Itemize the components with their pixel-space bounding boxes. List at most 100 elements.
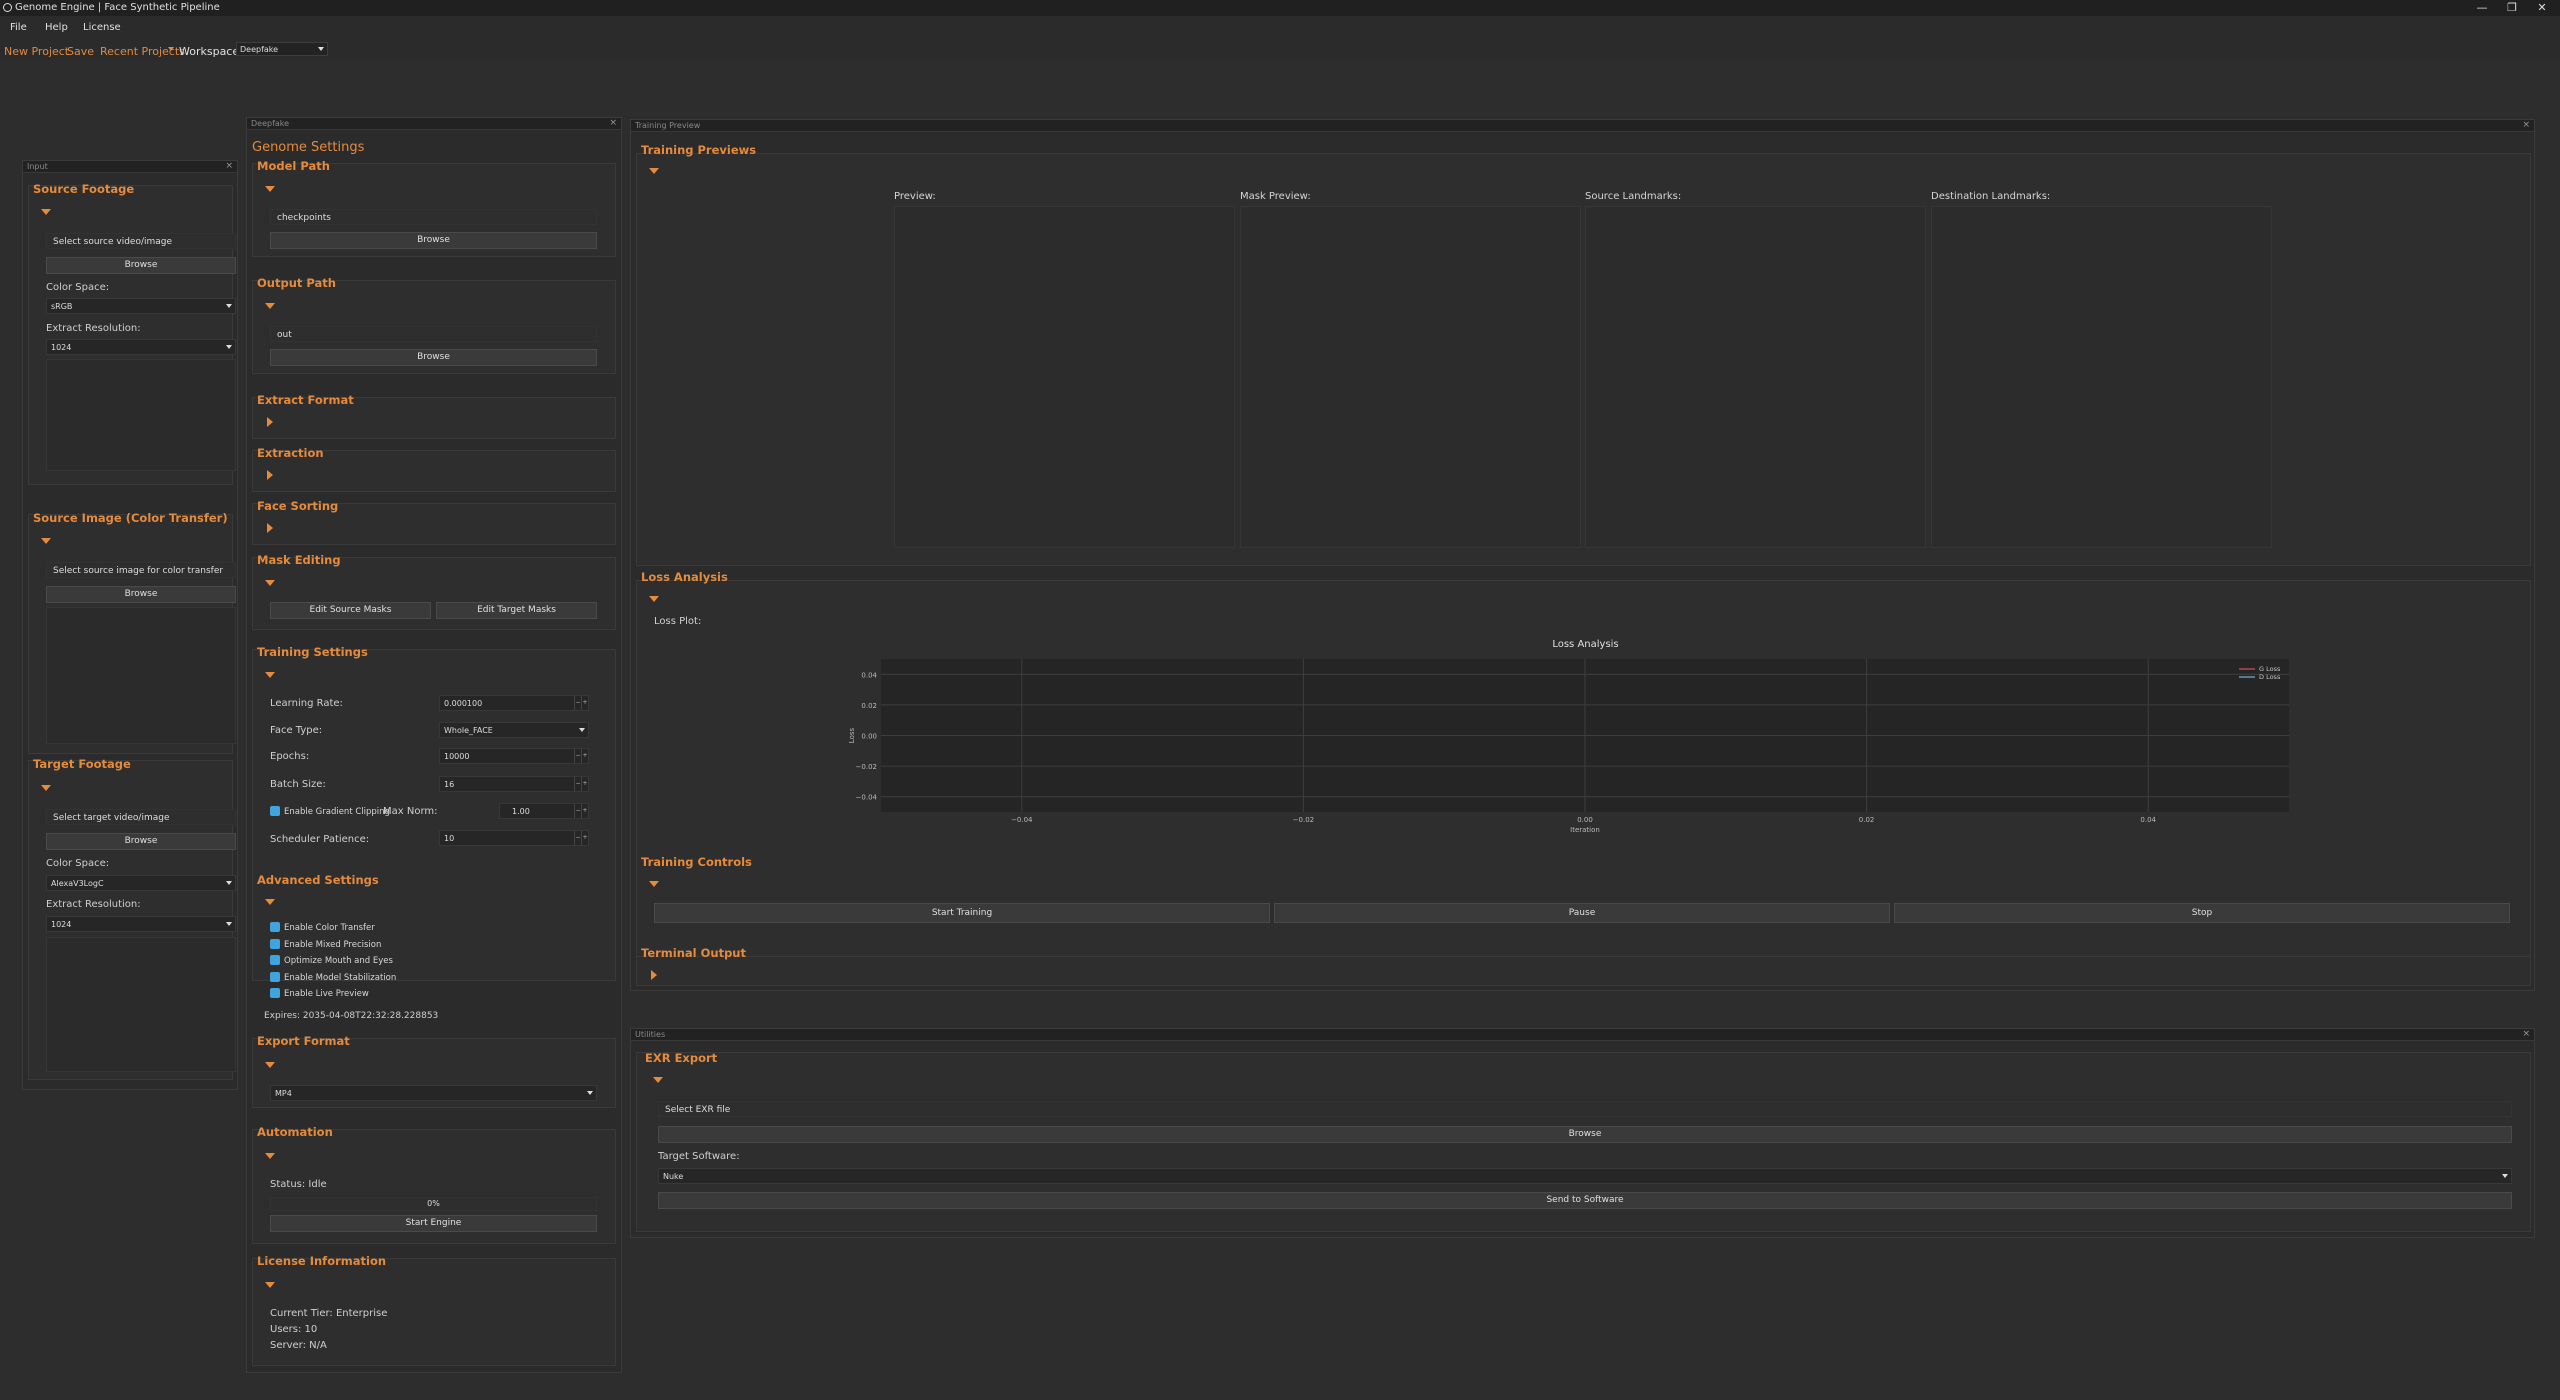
collapse-arrow-icon[interactable] [649,881,659,887]
minimize-icon[interactable]: — [2467,0,2497,16]
section-header[interactable]: Target Footage [33,757,131,771]
restore-icon[interactable]: ❐ [2497,0,2527,16]
collapse-arrow-icon[interactable] [265,899,275,905]
stop-button[interactable]: Stop [1894,903,2510,923]
section-header[interactable]: Mask Editing [257,553,341,567]
learning-rate-spinbox[interactable]: 0.000100 − + [439,695,589,711]
extract-resolution-select[interactable]: 1024 [46,916,236,932]
output-path-input[interactable]: out [270,326,597,342]
decrement-icon[interactable]: − [574,831,581,845]
exr-file-path[interactable]: Select EXR file [658,1101,2512,1117]
collapse-arrow-icon[interactable] [265,580,275,586]
max-norm-spinbox[interactable]: 1.00 − + [499,803,589,819]
new-project-button[interactable]: New Project [4,45,69,58]
collapse-arrow-icon[interactable] [265,186,275,192]
collapse-arrow-icon[interactable] [265,672,275,678]
decrement-icon[interactable]: − [574,749,581,763]
color-transfer-checkbox[interactable] [270,922,280,932]
menu-file[interactable]: File [10,22,27,33]
mouth-eyes-checkbox[interactable] [270,955,280,965]
browse-button[interactable]: Browse [270,349,597,366]
color-space-select[interactable]: sRGB [46,298,236,314]
decrement-icon[interactable]: − [574,696,581,710]
target-footage-drop-area[interactable] [46,937,236,1072]
collapse-arrow-icon[interactable] [41,209,51,215]
source-image-path[interactable]: Select source image for color transfer [46,562,236,578]
collapse-arrow-icon[interactable] [265,1153,275,1159]
section-header[interactable]: Face Sorting [257,499,338,513]
face-type-select[interactable]: Whole_FACE [439,722,589,738]
save-button[interactable]: Save [67,45,94,58]
browse-button[interactable]: Browse [46,257,236,274]
live-preview-checkbox[interactable] [270,988,280,998]
browse-button[interactable]: Browse [46,586,236,603]
close-window-icon[interactable]: ✕ [2527,0,2557,16]
source-footage-drop-area[interactable] [46,359,236,471]
section-header[interactable]: Training Previews [641,143,756,157]
send-to-software-button[interactable]: Send to Software [658,1192,2512,1209]
pause-button[interactable]: Pause [1274,903,1890,923]
increment-icon[interactable]: + [581,804,588,818]
section-header[interactable]: Advanced Settings [257,873,379,887]
increment-icon[interactable]: + [581,777,588,791]
model-path-input[interactable]: checkpoints [270,209,597,225]
close-icon[interactable]: × [2522,120,2530,130]
model-stabilization-checkbox[interactable] [270,972,280,982]
decrement-icon[interactable]: − [574,777,581,791]
collapse-arrow-icon[interactable] [653,1077,663,1083]
target-software-select[interactable]: Nuke [658,1168,2512,1184]
browse-button[interactable]: Browse [270,232,597,249]
mixed-precision-checkbox[interactable] [270,939,280,949]
start-training-button[interactable]: Start Training [654,903,1270,923]
increment-icon[interactable]: + [581,696,588,710]
section-header[interactable]: Terminal Output [641,946,746,960]
source-footage-path[interactable]: Select source video/image [46,233,236,249]
workspace-select[interactable]: Deepfake [236,42,328,56]
batch-size-spinbox[interactable]: 16 − + [439,776,589,792]
expand-arrow-icon[interactable] [267,523,273,533]
epochs-spinbox[interactable]: 10000 − + [439,748,589,764]
collapse-arrow-icon[interactable] [265,1062,275,1068]
close-icon[interactable]: × [609,118,617,128]
chevron-down-icon[interactable] [168,47,174,51]
decrement-icon[interactable]: − [574,804,581,818]
extract-resolution-select[interactable]: 1024 [46,339,236,355]
section-header[interactable]: Automation [257,1125,333,1139]
edit-source-masks-button[interactable]: Edit Source Masks [270,602,431,619]
section-header[interactable]: Extract Format [257,393,354,407]
export-format-select[interactable]: MP4 [270,1085,597,1101]
increment-icon[interactable]: + [581,831,588,845]
browse-button[interactable]: Browse [46,833,236,850]
collapse-arrow-icon[interactable] [265,303,275,309]
close-icon[interactable]: × [225,161,233,171]
section-header[interactable]: Loss Analysis [641,570,728,584]
section-header[interactable]: Model Path [257,159,330,173]
section-header[interactable]: Export Format [257,1034,350,1048]
edit-target-masks-button[interactable]: Edit Target Masks [436,602,597,619]
section-header[interactable]: Training Controls [641,855,752,869]
section-header[interactable]: Output Path [257,276,336,290]
menu-help[interactable]: Help [45,22,68,33]
collapse-arrow-icon[interactable] [41,538,51,544]
source-image-drop-area[interactable] [46,607,236,744]
expand-arrow-icon[interactable] [267,470,273,480]
menu-license[interactable]: License [83,22,121,33]
section-header[interactable]: EXR Export [645,1051,717,1065]
section-header[interactable]: License Information [257,1254,386,1268]
gradient-clipping-checkbox[interactable] [270,806,280,816]
section-header[interactable]: Source Footage [33,182,134,196]
target-footage-path[interactable]: Select target video/image [46,809,236,825]
scheduler-patience-spinbox[interactable]: 10 − + [439,830,589,846]
start-engine-button[interactable]: Start Engine [270,1215,597,1232]
close-icon[interactable]: × [2522,1029,2530,1039]
browse-button[interactable]: Browse [658,1126,2512,1143]
collapse-arrow-icon[interactable] [649,596,659,602]
increment-icon[interactable]: + [581,749,588,763]
color-space-select[interactable]: AlexaV3LogC [46,875,236,891]
section-header[interactable]: Extraction [257,446,324,460]
expand-arrow-icon[interactable] [267,417,273,427]
expand-arrow-icon[interactable] [651,970,657,980]
section-header[interactable]: Source Image (Color Transfer) [33,511,228,525]
collapse-arrow-icon[interactable] [41,785,51,791]
collapse-arrow-icon[interactable] [649,168,659,174]
